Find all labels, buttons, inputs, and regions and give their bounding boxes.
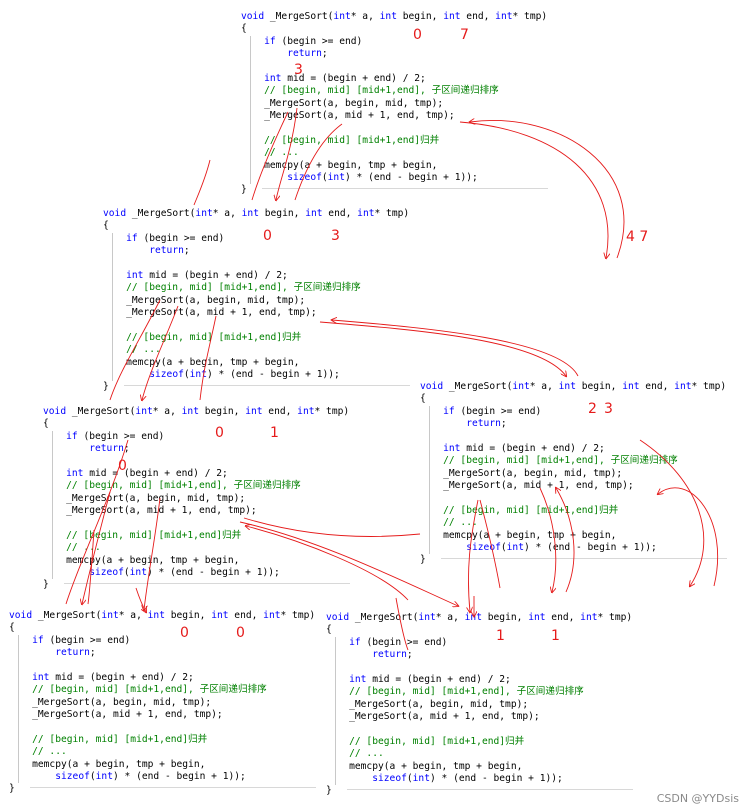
- call-arrow: [468, 499, 479, 612]
- call-arrow: [251, 111, 289, 201]
- call-arrow: [65, 439, 129, 605]
- return-arrow: [658, 487, 719, 587]
- return-arrow: [479, 499, 501, 589]
- return-arrow: [332, 320, 579, 377]
- return-arrow: [193, 159, 211, 206]
- return-arrow: [556, 488, 575, 593]
- call-arrow: [87, 529, 95, 605]
- call-arrow: [239, 521, 458, 606]
- call-arrow: [276, 107, 298, 200]
- return-arrow: [144, 497, 161, 610]
- call-arrow: [395, 597, 409, 651]
- call-arrow: [639, 439, 705, 586]
- call-arrow: [319, 321, 566, 376]
- call-arrow: [82, 491, 111, 604]
- call-arrow: [142, 305, 179, 400]
- call-arrow: [135, 587, 146, 612]
- return-arrow: [294, 123, 343, 201]
- watermark: CSDN @YYDsis: [656, 792, 739, 805]
- call-arrow: [539, 487, 556, 592]
- return-arrow: [243, 517, 421, 537]
- return-arrow: [246, 526, 409, 601]
- call-arrow: [109, 299, 161, 401]
- call-arrow: [459, 121, 608, 258]
- return-arrow: [470, 120, 625, 259]
- return-arrow: [199, 315, 217, 401]
- recursion-arrows: [65, 107, 719, 651]
